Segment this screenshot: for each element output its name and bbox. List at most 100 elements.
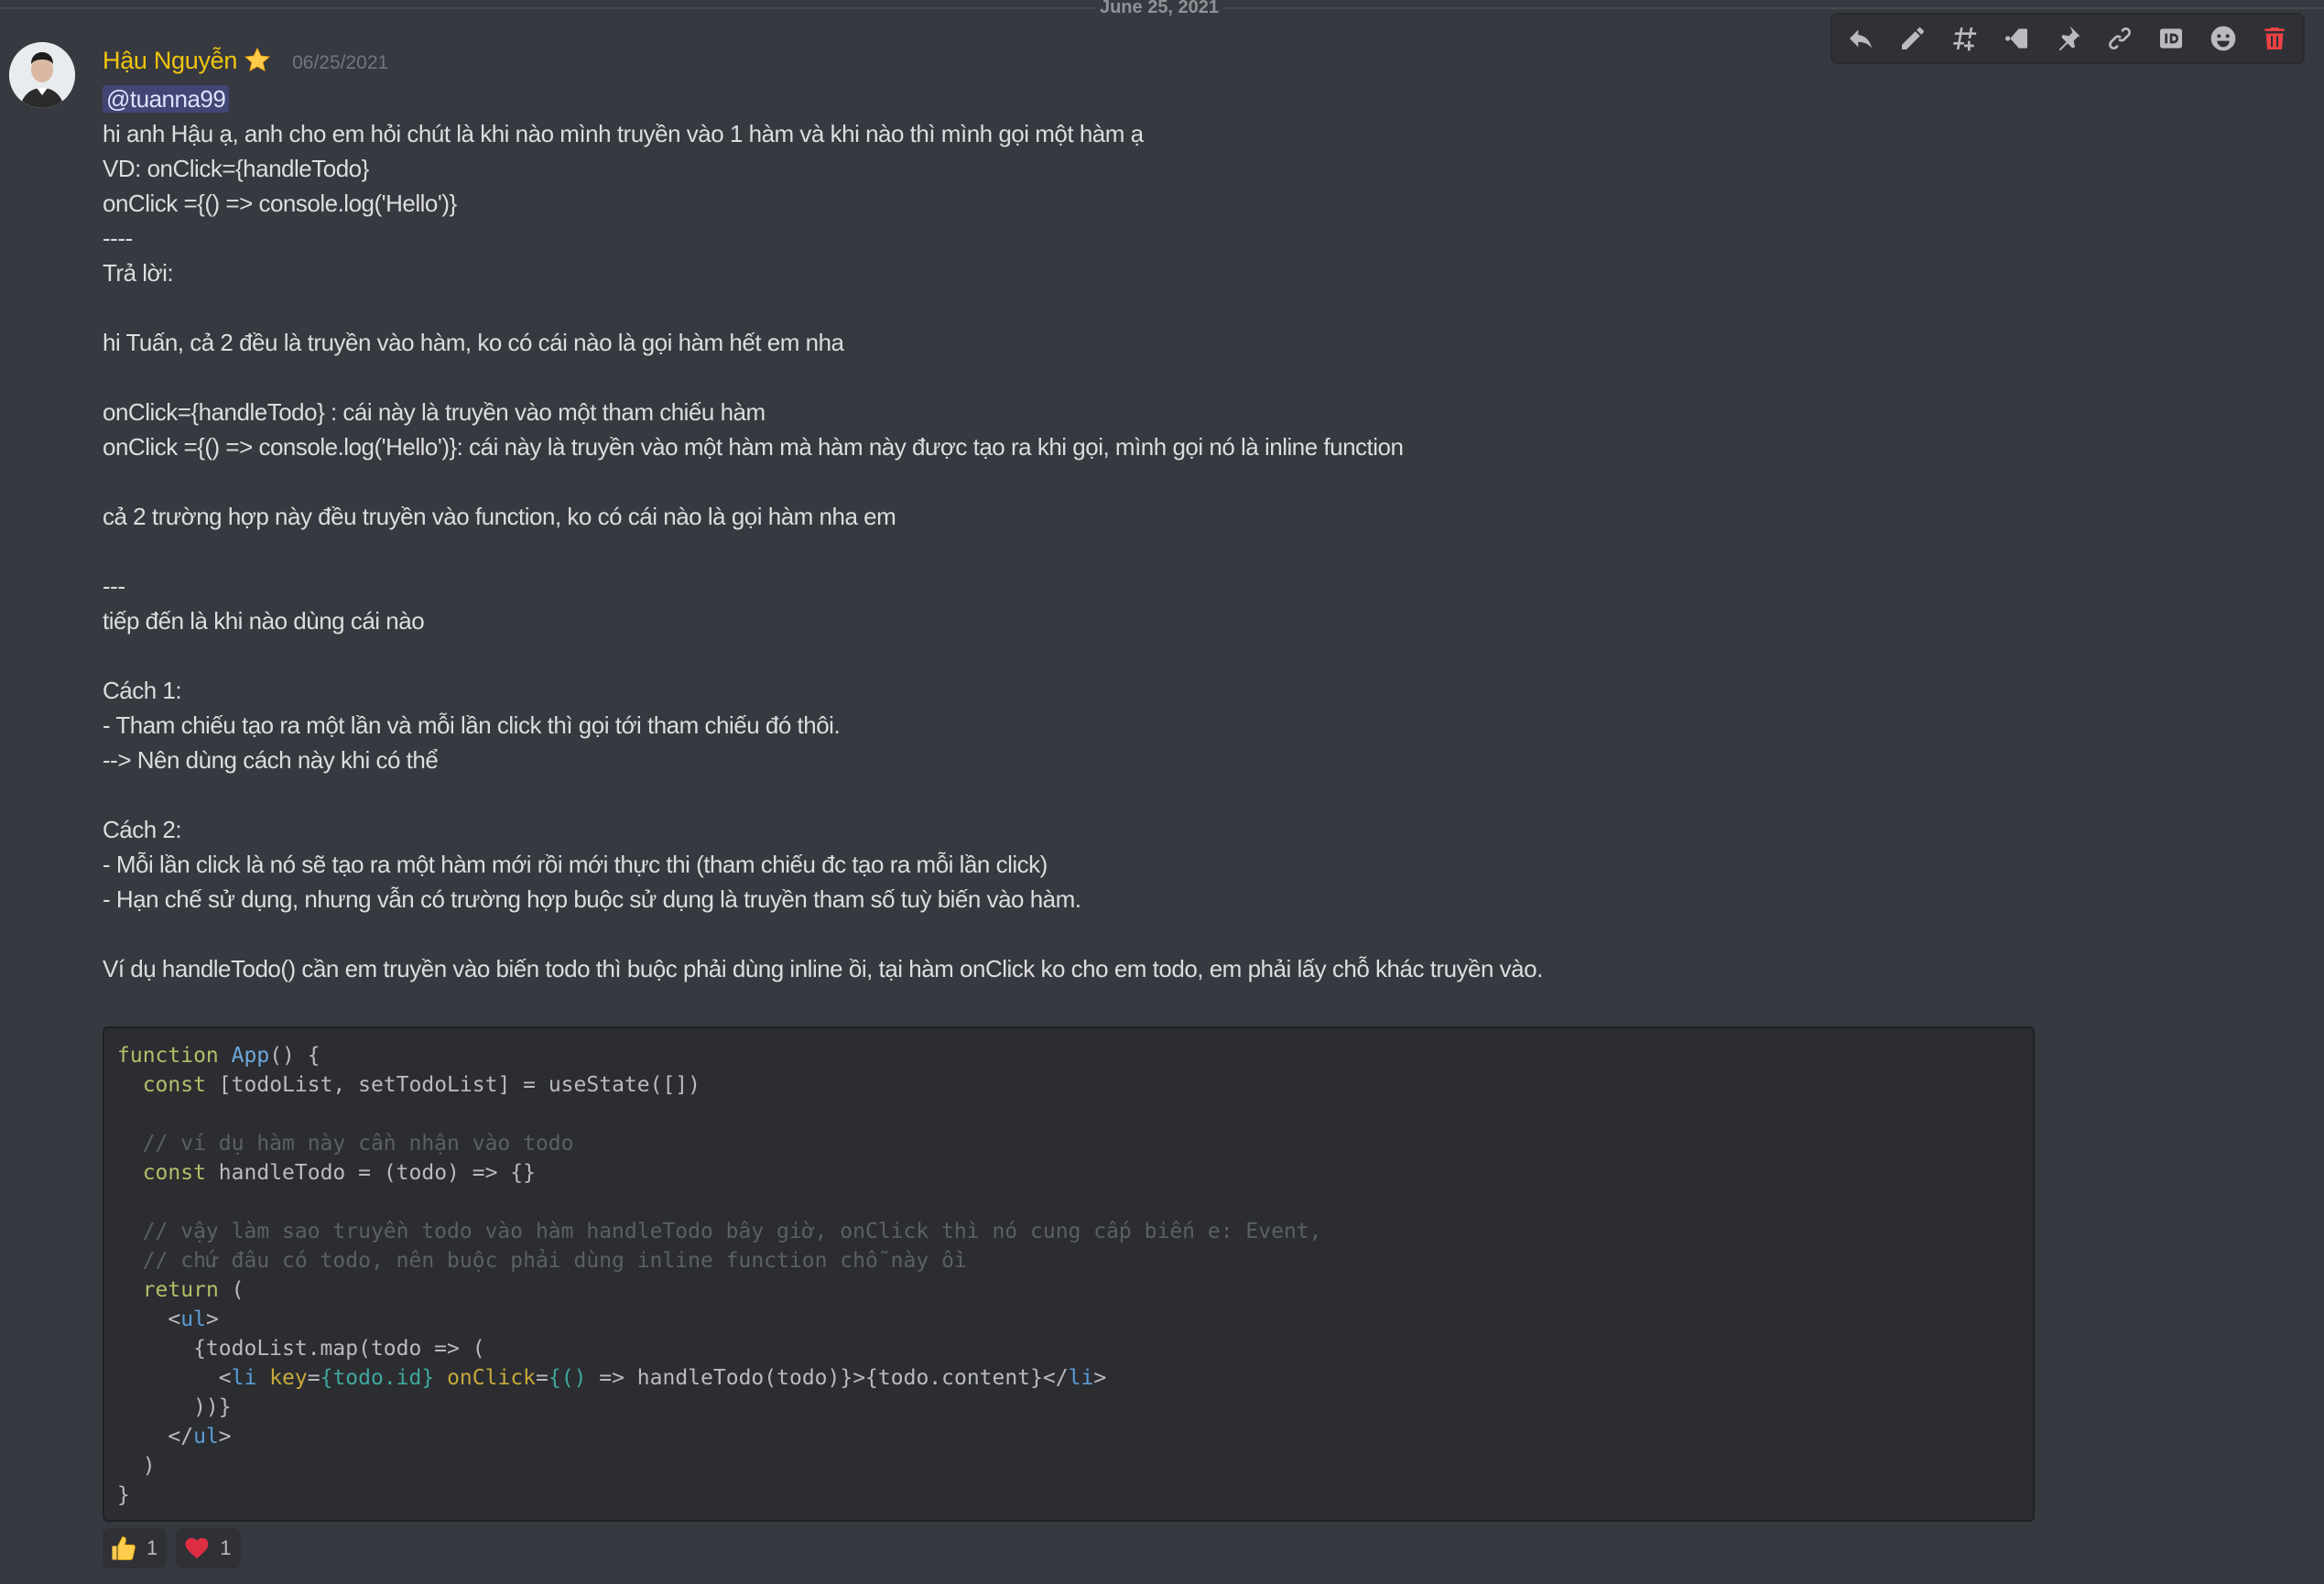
message-toolbar xyxy=(1830,13,2305,64)
code-token: const xyxy=(142,1161,206,1185)
message-line: onClick ={() => console.log('Hello')}: c… xyxy=(103,433,1404,461)
reply-icon xyxy=(1850,29,1872,49)
code-token: ) xyxy=(117,1454,156,1478)
message-line xyxy=(103,917,2025,951)
code-token: < xyxy=(117,1366,232,1390)
mention-line: @tuanna99 xyxy=(103,81,2025,116)
reaction-count: 1 xyxy=(220,1536,232,1559)
code-token: onClick xyxy=(447,1366,537,1390)
copy-id-button[interactable] xyxy=(2150,17,2192,60)
message-text: hi anh Hậu ạ, anh cho em hỏi chút là khi… xyxy=(103,116,2025,986)
reaction-thumbs-up[interactable]: 1 xyxy=(103,1528,168,1568)
user-mention[interactable]: @tuanna99 xyxy=(103,85,230,113)
message-header: Hậu Nguyễn 06/25/2021 xyxy=(103,42,388,79)
mark-unread-button[interactable] xyxy=(1995,17,2037,60)
pin-icon xyxy=(2058,26,2080,51)
code-token: li xyxy=(231,1366,257,1390)
author-name[interactable]: Hậu Nguyễn xyxy=(103,47,237,75)
code-token: ))} xyxy=(117,1395,232,1419)
code-token: const xyxy=(142,1073,206,1097)
reaction-heart[interactable]: 1 xyxy=(176,1528,241,1568)
code-block: function App() { const [todoList, setTod… xyxy=(103,1026,2035,1522)
message-line: VD: onClick={handleTodo} xyxy=(103,155,369,182)
code-line: {todoList.map(todo => ( xyxy=(117,1334,2033,1363)
code-token: > xyxy=(218,1425,232,1448)
message-line xyxy=(103,290,2025,325)
message-line: Ví dụ handleTodo() cần em truyền vào biế… xyxy=(103,955,1543,982)
reply-button[interactable] xyxy=(1840,17,1882,60)
code-token: {() xyxy=(548,1366,587,1390)
code-token: < xyxy=(117,1307,181,1331)
code-token: {todo.id} xyxy=(320,1366,435,1390)
code-token: = xyxy=(536,1366,548,1390)
message-line: Cách 2: xyxy=(103,816,182,843)
code-token: ( xyxy=(218,1278,244,1302)
message-line: onClick={handleTodo} : cái này là truyền… xyxy=(103,398,766,426)
code-token: // chứ đâu có todo, nên buộc phải dùng i… xyxy=(117,1249,967,1273)
code-token: > xyxy=(1093,1366,1107,1390)
date-divider: June 25, 2021 xyxy=(0,0,2324,20)
code-token: return xyxy=(142,1278,219,1302)
code-token: {todoList.map(todo => ( xyxy=(117,1337,485,1361)
create-thread-button[interactable] xyxy=(1943,17,1985,60)
message-line xyxy=(103,777,2025,812)
code-token: </ xyxy=(117,1425,194,1448)
code-line: // ví dụ hàm này cần nhận vào todo xyxy=(117,1129,2033,1158)
message-line: --> Nên dùng cách này khi có thể xyxy=(103,746,439,774)
code-token: [todoList, setTodoList] = useState([]) xyxy=(205,1073,700,1097)
code-token: ul xyxy=(180,1307,206,1331)
code-line: </ul> xyxy=(117,1422,2033,1451)
add-reaction-button[interactable] xyxy=(2202,17,2244,60)
code-line: ) xyxy=(117,1451,2033,1481)
code-token: ul xyxy=(193,1425,219,1448)
message-line: tiếp đến là khi nào dùng cái nào xyxy=(103,607,425,635)
code-token: key xyxy=(269,1366,308,1390)
message-line: Trả lời: xyxy=(103,259,174,287)
code-token: // ví dụ hàm này cần nhận vào todo xyxy=(117,1132,574,1155)
star-icon xyxy=(243,46,272,75)
thumbs-up-icon xyxy=(112,1536,136,1560)
code-token: App xyxy=(231,1044,270,1068)
message-line: --- xyxy=(103,572,125,600)
message-line xyxy=(103,360,2025,395)
message-line xyxy=(103,464,2025,499)
message-content: @tuanna99 hi anh Hậu ạ, anh cho em hỏi c… xyxy=(103,81,2025,986)
message-timestamp: 06/25/2021 xyxy=(292,52,389,73)
code-line: return ( xyxy=(117,1275,2033,1305)
message-line xyxy=(103,638,2025,673)
code-line: // chứ đâu có todo, nên buộc phải dùng i… xyxy=(117,1246,2033,1275)
pin-button[interactable] xyxy=(2047,17,2089,60)
message-line: onClick ={() => console.log('Hello')} xyxy=(103,190,457,217)
delete-button[interactable] xyxy=(2253,17,2296,60)
code-line: // vậy làm sao truyền todo vào hàm handl… xyxy=(117,1217,2033,1246)
code-token: = xyxy=(307,1366,320,1390)
message-line: - Mỗi lần click là nó sẽ tạo ra một hàm … xyxy=(103,851,1048,878)
message-line: - Hạn chế sử dụng, nhưng vẫn có trường h… xyxy=(103,885,1081,913)
copy-link-button[interactable] xyxy=(2099,17,2141,60)
copy-link-icon xyxy=(2108,27,2131,49)
avatar[interactable] xyxy=(9,42,75,108)
code-line: ))} xyxy=(117,1393,2033,1422)
reactions: 1 1 xyxy=(103,1528,241,1568)
mark-unread-icon xyxy=(2004,28,2027,49)
message-line: cả 2 trường hợp này đều truyền vào funct… xyxy=(103,503,896,530)
code-line: const [todoList, setTodoList] = useState… xyxy=(117,1070,2033,1100)
code-token: => handleTodo(todo)}>{todo.content}</ xyxy=(586,1366,1069,1390)
code-line: } xyxy=(117,1481,2033,1510)
code-line: function App() { xyxy=(117,1041,2033,1070)
code-token: handleTodo = (todo) => {} xyxy=(205,1161,536,1185)
date-divider-label: June 25, 2021 xyxy=(1095,0,1223,20)
edit-button[interactable] xyxy=(1892,17,1934,60)
message-line: - Tham chiếu tạo ra một lần và mỗi lần c… xyxy=(103,711,841,739)
thread-icon xyxy=(1953,27,1977,51)
message-line xyxy=(103,534,2025,569)
edit-icon xyxy=(1901,27,1924,49)
message-line: Cách 1: xyxy=(103,677,182,704)
